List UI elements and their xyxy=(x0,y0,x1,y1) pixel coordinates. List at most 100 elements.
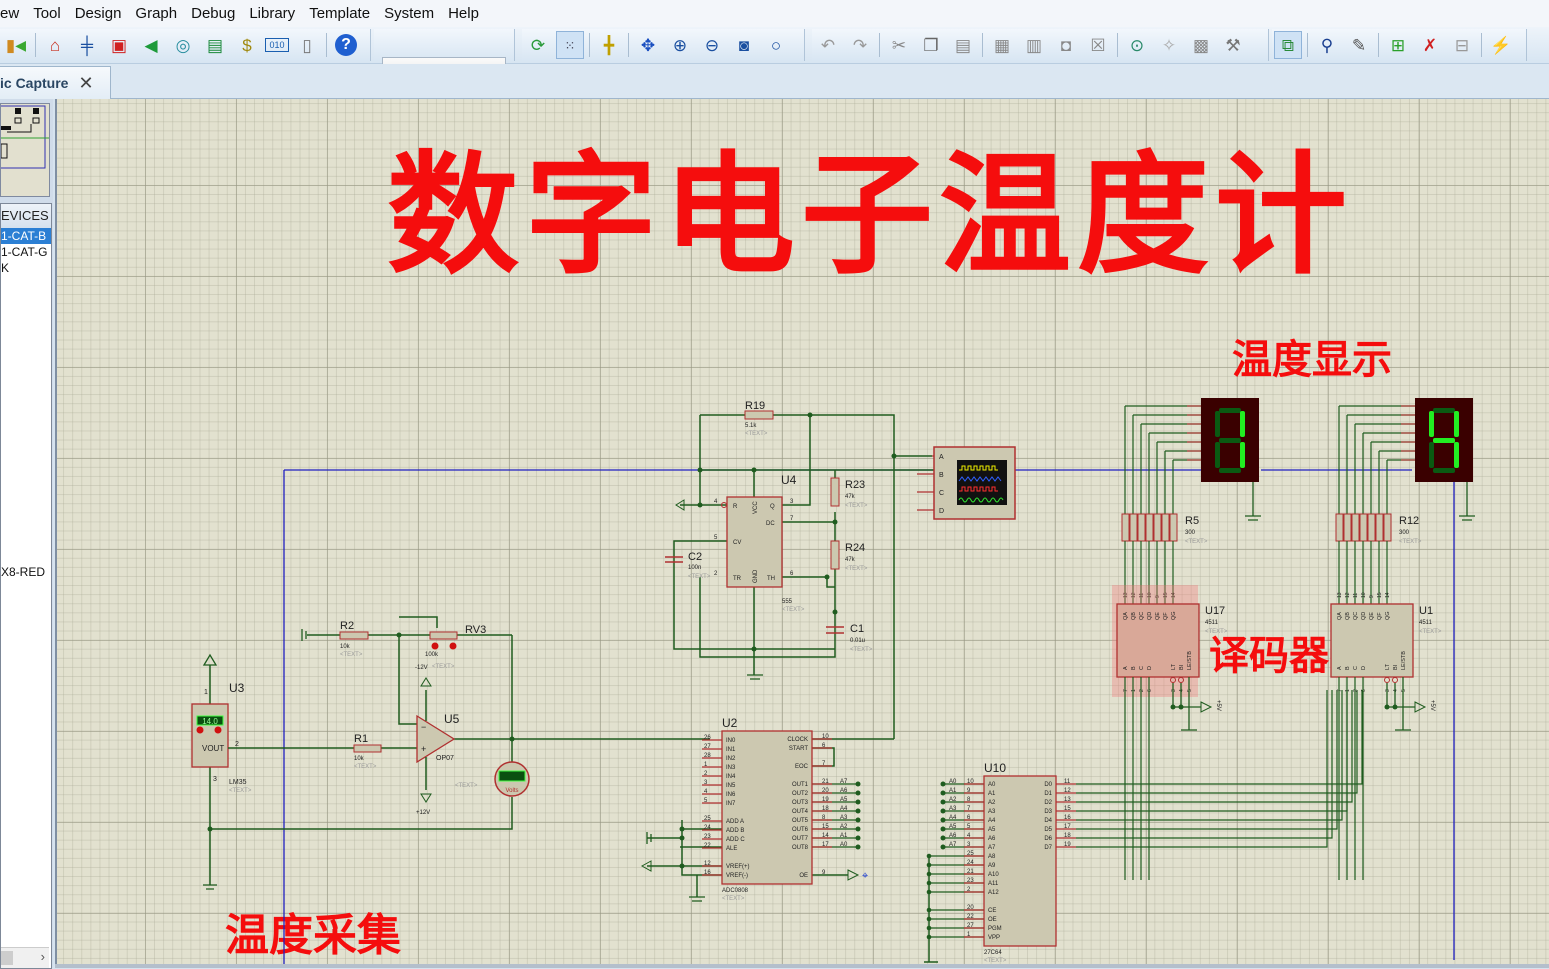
netlist-transfer-icon[interactable]: ⚡ xyxy=(1487,31,1515,59)
scroll-right-icon[interactable]: › xyxy=(41,949,45,964)
pin-number: 16 xyxy=(1064,815,1071,821)
home-icon[interactable]: ⌂ xyxy=(41,31,69,59)
pin-number: 23 xyxy=(704,834,711,840)
ground-icon xyxy=(203,884,217,890)
pin-number: 3 xyxy=(1385,689,1391,692)
resistor-r23[interactable]: R23 47k <TEXT> xyxy=(830,477,868,509)
adc0808-u2[interactable]: U2 ADC0808 <TEXT> 26 IN027 IN128 IN21 IN32 IN… xyxy=(702,716,861,902)
pin-label: A9 xyxy=(988,863,996,869)
capacitor-c2[interactable]: C2 100n <TEXT> xyxy=(665,551,711,580)
binary-icon[interactable]: 010 xyxy=(265,38,289,52)
pin-number: 5 xyxy=(1187,689,1193,692)
pin-number: 23 xyxy=(967,878,974,884)
schematic-canvas[interactable]: 数字电子温度计 温度显示 译码器 温度采集 14.0 VOUT U3 1 2 3… xyxy=(55,99,1549,965)
pin-number: 11 xyxy=(1064,779,1071,785)
device-item[interactable]: K xyxy=(1,260,51,276)
increment-button[interactable] xyxy=(214,726,222,734)
pin-label: OE xyxy=(988,917,997,923)
menu-view[interactable]: ew xyxy=(0,0,25,27)
component-mode-icon[interactable]: ╪ xyxy=(73,31,101,59)
pan-icon[interactable]: ✥ xyxy=(634,31,662,59)
device-item[interactable]: 1-CAT-B xyxy=(1,228,51,244)
wire xyxy=(1370,441,1415,514)
tab-schematic-capture[interactable]: ic Capture ✕ xyxy=(0,66,111,99)
device-item[interactable]: 1-CAT-G xyxy=(1,244,51,260)
zoom-in-icon[interactable]: ⊕ xyxy=(666,31,694,59)
overview-preview[interactable] xyxy=(0,103,50,197)
pin-number: 13 xyxy=(1064,797,1071,803)
menu-debug[interactable]: Debug xyxy=(185,0,241,27)
zoom-to-area-icon[interactable]: ○ xyxy=(762,31,790,59)
resistor-element xyxy=(1145,513,1154,542)
menu-tool[interactable]: Tool xyxy=(27,0,67,27)
ref-label: R1 xyxy=(354,733,368,745)
close-icon[interactable]: ✕ xyxy=(78,73,93,94)
help-icon[interactable]: ? xyxy=(332,31,360,59)
grid-icon[interactable]: ⁙ xyxy=(556,31,584,59)
pin-label: IN6 xyxy=(726,792,736,798)
toolbar-group-file: ▮ ◀ ⌂ ╪ ▣ ◀ ◎ ▤ $ 010 ▯ ? xyxy=(0,29,371,61)
copy-icon[interactable]: ❐ xyxy=(917,31,945,59)
pin-label: A11 xyxy=(988,881,999,887)
netlist-icon[interactable]: ▤ xyxy=(201,31,229,59)
eprom-27c64-u10[interactable]: U10 27C64 <TEXT> A0 10 A0A1 9 A1A2 8 A2A3 7 A3A4… xyxy=(926,761,1076,964)
new-sheet-icon[interactable]: ⊞ xyxy=(1384,31,1412,59)
horizontal-scrollbar[interactable]: › xyxy=(1,947,49,968)
pin-label: C xyxy=(1139,666,1145,670)
lm35-sensor[interactable]: 14.0 VOUT U3 1 2 3 LM35 <TEXT> xyxy=(191,653,252,890)
pin-label: OUT5 xyxy=(792,818,809,824)
block-delete-icon[interactable]: ☒ xyxy=(1084,31,1112,59)
property-assignment-icon[interactable]: ✎ xyxy=(1345,31,1373,59)
wire-autorouter-icon[interactable]: ⧉ xyxy=(1274,31,1302,59)
exit-icon[interactable]: ▮ ◀ xyxy=(2,31,30,59)
probe-icon[interactable]: ◀ xyxy=(137,31,165,59)
menu-library[interactable]: Library xyxy=(243,0,301,27)
junction-dot xyxy=(855,808,861,814)
block-copy-icon[interactable]: ▦ xyxy=(988,31,1016,59)
undo-icon[interactable]: ↶ xyxy=(814,31,842,59)
search-icon[interactable]: ⚲ xyxy=(1313,31,1341,59)
pin-number: 15 xyxy=(1064,806,1071,812)
menu-graph[interactable]: Graph xyxy=(129,0,183,27)
origin-icon[interactable]: ╋ xyxy=(595,31,623,59)
document-icon[interactable]: ▯ xyxy=(293,31,321,59)
redo-icon[interactable]: ↷ xyxy=(846,31,874,59)
sheet-hierarchy-icon[interactable]: ⊟ xyxy=(1448,31,1476,59)
increment-button[interactable] xyxy=(449,642,457,650)
decompose-icon[interactable]: ⚒ xyxy=(1219,31,1247,59)
menu-template[interactable]: Template xyxy=(303,0,376,27)
menu-system[interactable]: System xyxy=(378,0,440,27)
packaging-icon[interactable]: ▩ xyxy=(1187,31,1215,59)
zoom-all-icon[interactable]: ◙ xyxy=(730,31,758,59)
net-label: A7 xyxy=(949,842,957,848)
remove-sheet-icon[interactable]: ✗ xyxy=(1416,31,1444,59)
paste-icon[interactable]: ▤ xyxy=(949,31,977,59)
pick-device-icon[interactable]: ⊙ xyxy=(1123,31,1151,59)
voltmeter[interactable]: Volts xyxy=(494,761,530,797)
resistor-r2[interactable]: R2 10k <TEXT> xyxy=(339,620,369,658)
make-device-icon[interactable]: ✧ xyxy=(1155,31,1183,59)
resistor-r24[interactable]: R24 47k <TEXT> xyxy=(830,540,868,572)
opamp-u5[interactable]: − + U5 OP07 -12V +12V <TEXT> xyxy=(415,665,478,816)
decrement-button[interactable] xyxy=(431,642,439,650)
zoom-out-icon[interactable]: ⊖ xyxy=(698,31,726,59)
menu-design[interactable]: Design xyxy=(69,0,128,27)
refresh-icon[interactable]: ⟳ xyxy=(524,31,552,59)
zoom-area-icon[interactable]: ◎ xyxy=(169,31,197,59)
resistor-r19[interactable]: R19 5.1k <TEXT> xyxy=(744,400,774,437)
bill-of-materials-icon[interactable]: $ xyxy=(233,31,261,59)
resistor-r1[interactable]: R1 10k <TEXT> xyxy=(353,733,382,770)
timer-555-u4[interactable]: U4 R Q DC CV TR TH VCC GND 4 3 7 5 2 6 5… xyxy=(714,473,805,613)
cut-icon[interactable]: ✂ xyxy=(885,31,913,59)
potentiometer-rv3[interactable]: RV3 100k <TEXT> xyxy=(425,624,486,670)
chip-icon[interactable]: ▣ xyxy=(105,31,133,59)
block-rotate-icon[interactable]: ◘ xyxy=(1052,31,1080,59)
decrement-button[interactable] xyxy=(196,726,204,734)
menu-help[interactable]: Help xyxy=(442,0,485,27)
scrollbar-thumb[interactable] xyxy=(1,951,13,965)
pin-number: 24 xyxy=(704,825,711,831)
block-move-icon[interactable]: ▥ xyxy=(1020,31,1048,59)
device-item[interactable]: X8-RED xyxy=(1,564,51,580)
oscilloscope[interactable]: A B C D xyxy=(917,446,1016,520)
pin-number: 18 xyxy=(1064,833,1071,839)
